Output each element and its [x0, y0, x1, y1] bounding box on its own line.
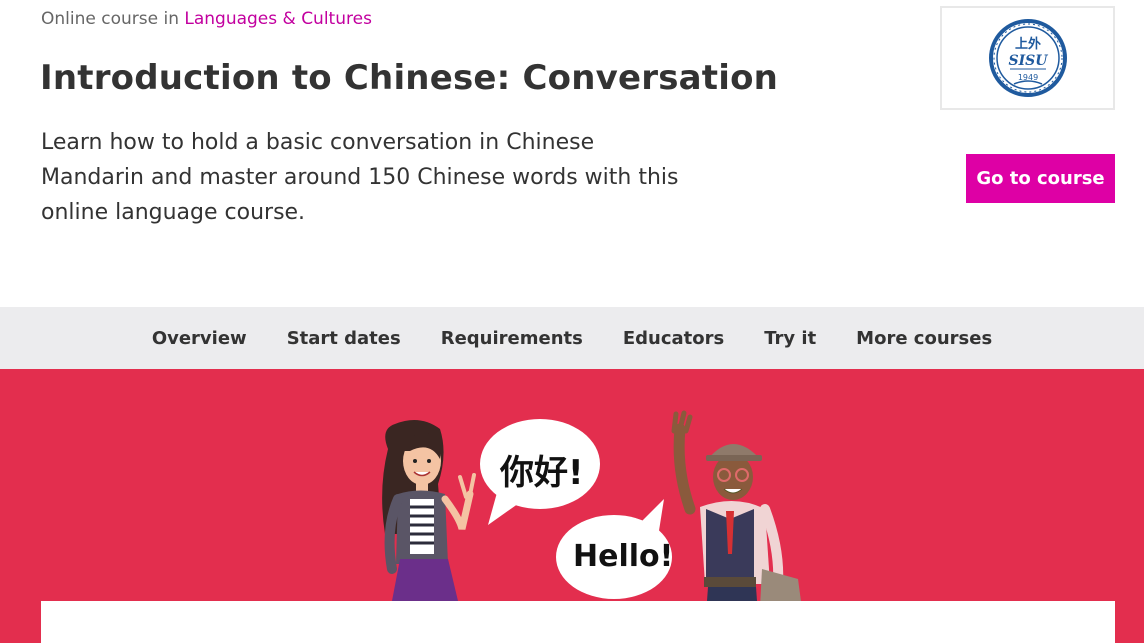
bubble-hello-text: Hello!	[573, 539, 674, 574]
woman-figure	[382, 420, 476, 601]
breadcrumb-category-link[interactable]: Languages & Cultures	[184, 9, 372, 29]
tab-requirements[interactable]: Requirements	[441, 328, 583, 349]
course-tabs: Overview Start dates Requirements Educat…	[0, 307, 1144, 369]
tab-start-dates[interactable]: Start dates	[287, 328, 401, 349]
university-logo[interactable]: 上外 SISU 1949	[940, 6, 1115, 110]
page-title: Introduction to Chinese: Conversation	[40, 58, 779, 98]
tab-educators[interactable]: Educators	[623, 328, 724, 349]
go-to-course-button[interactable]: Go to course	[966, 154, 1115, 203]
tab-more-courses[interactable]: More courses	[856, 328, 992, 349]
logo-chinese: 上外	[1014, 36, 1040, 52]
breadcrumb: Online course in Languages & Cultures	[41, 9, 372, 29]
course-description: Learn how to hold a basic conversation i…	[41, 130, 679, 225]
content-card	[41, 601, 1115, 643]
breadcrumb-prefix: Online course in	[41, 9, 179, 29]
tab-overview[interactable]: Overview	[152, 328, 247, 349]
sisu-seal-icon: 上外 SISU 1949	[988, 19, 1067, 97]
course-header: Online course in Languages & Cultures In…	[0, 0, 1144, 307]
logo-name: SISU	[1008, 53, 1048, 69]
bubble-chinese-text: 你好!	[500, 453, 584, 493]
tab-try-it[interactable]: Try it	[764, 328, 816, 349]
